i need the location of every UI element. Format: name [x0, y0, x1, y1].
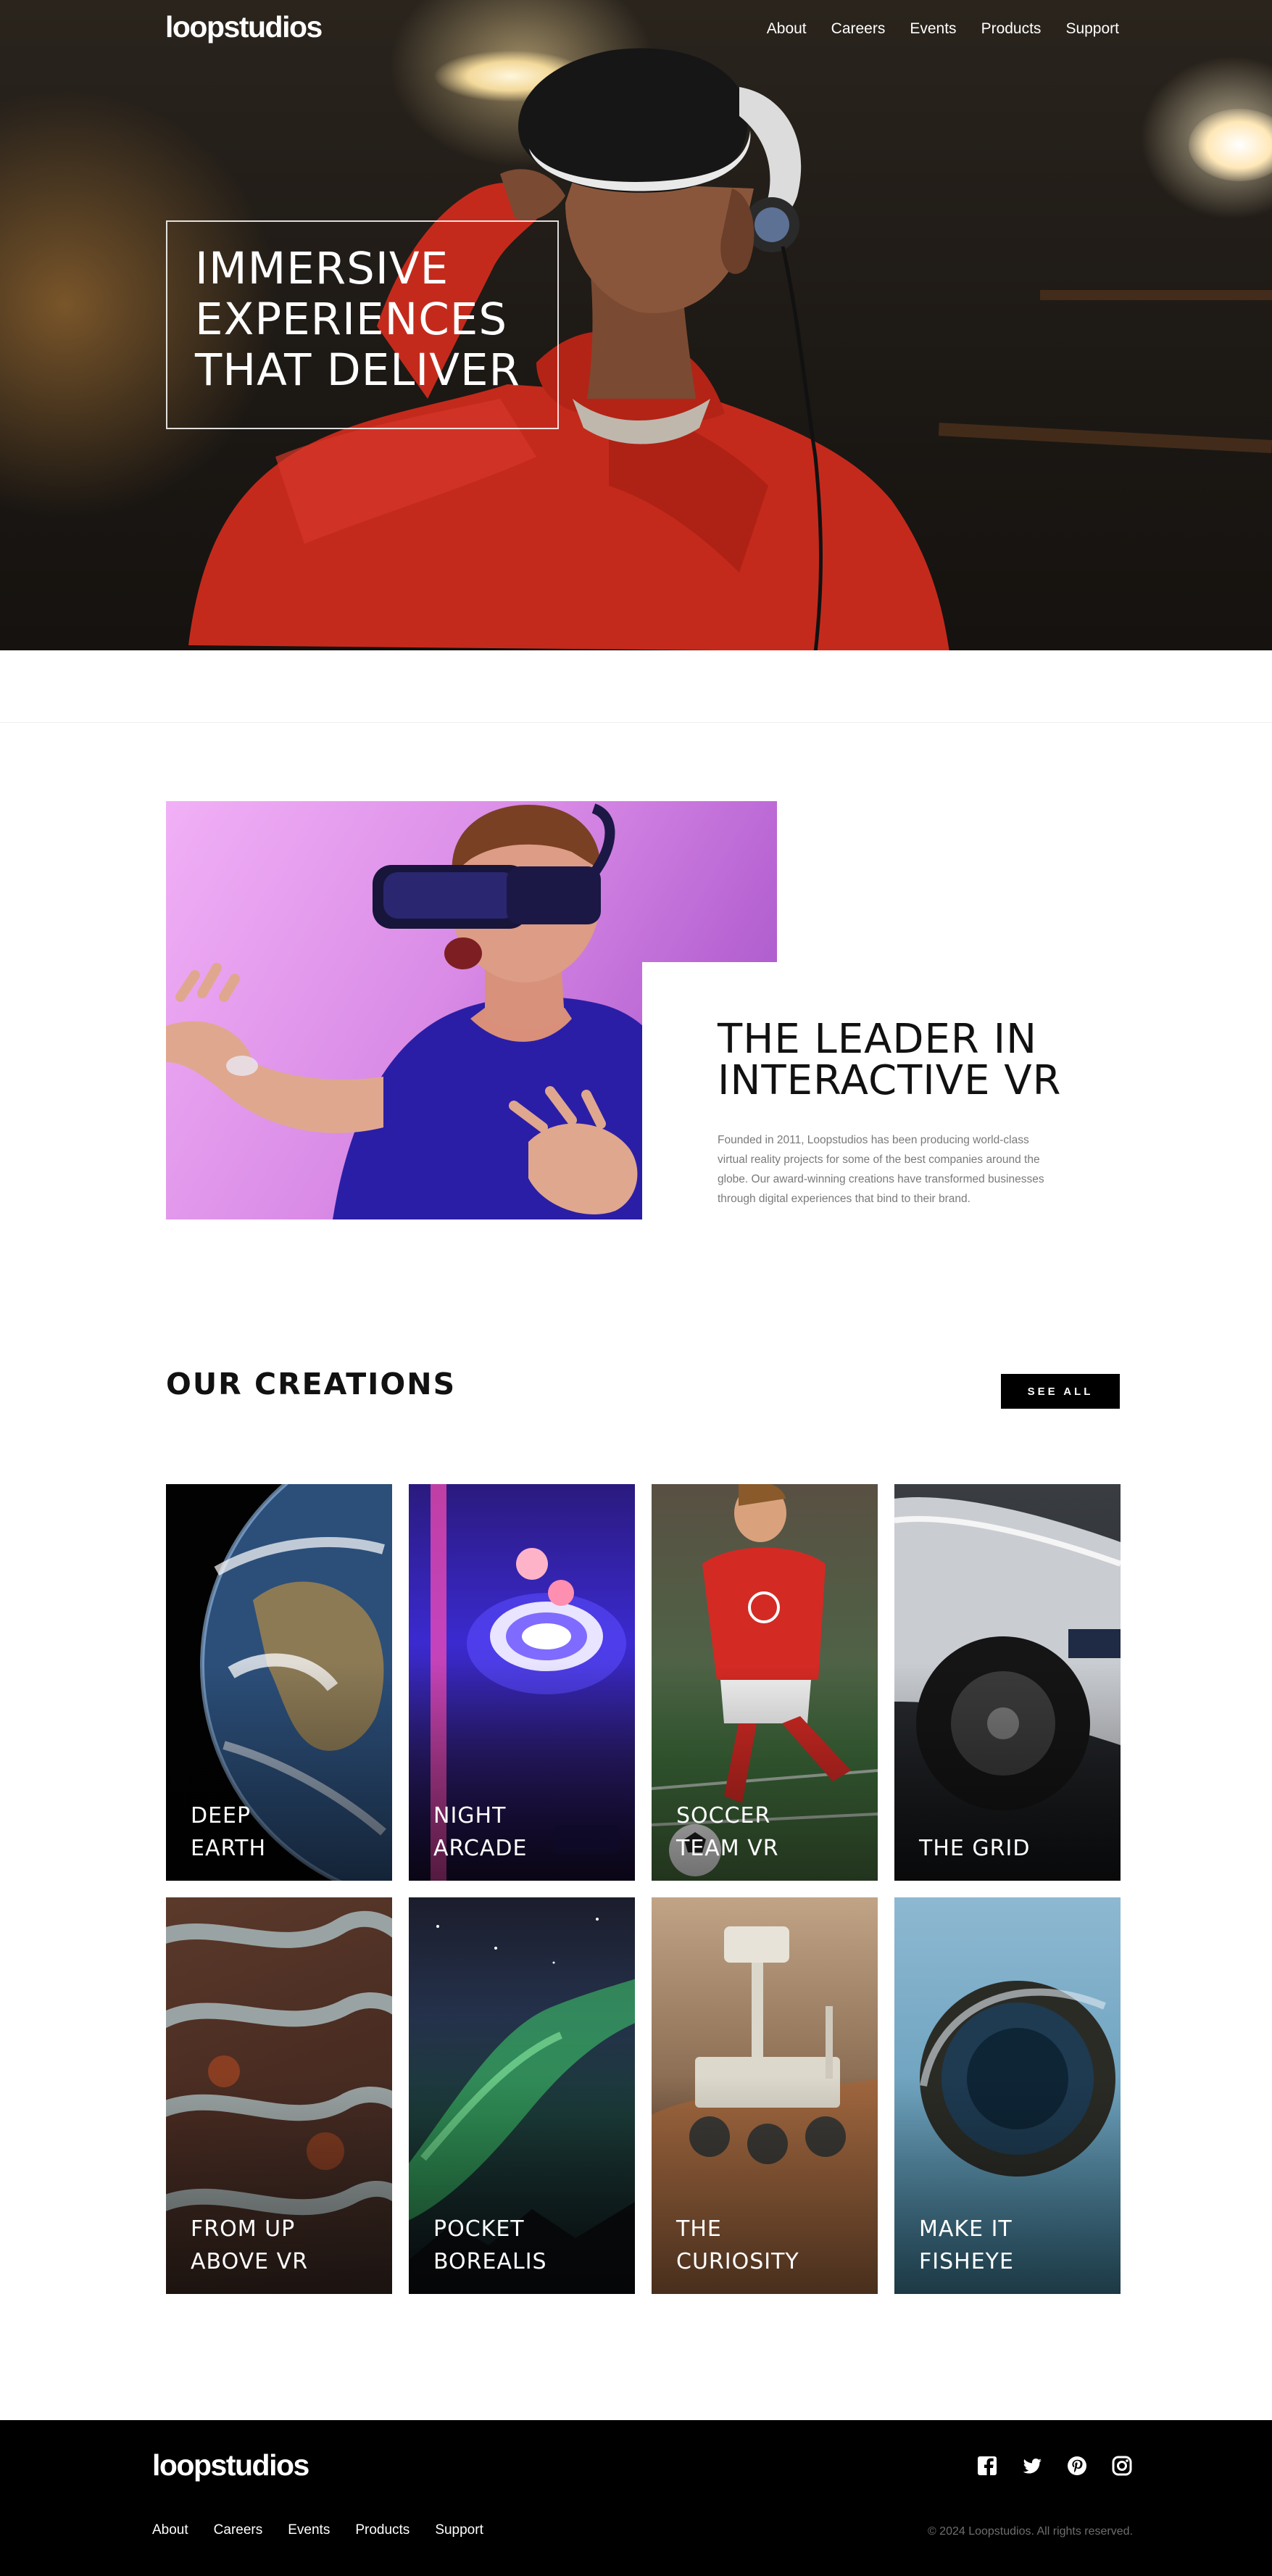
leader-card: THE LEADER IN INTERACTIVE VR Founded in …	[718, 1019, 1080, 1209]
footer: loopstudios About Careers Events Product…	[0, 2420, 1272, 2576]
creations-title: OUR CREATIONS	[166, 1367, 457, 1401]
twitter-icon[interactable]	[1021, 2455, 1043, 2477]
nav-support[interactable]: Support	[1065, 20, 1119, 38]
hero-section: loopstudios About Careers Events Product…	[0, 0, 1272, 650]
nav-events[interactable]: Events	[910, 20, 956, 38]
creation-label: DEEP EARTH	[191, 1803, 267, 1861]
logo[interactable]: loopstudios	[165, 10, 323, 44]
footer-nav: About Careers Events Products Support	[152, 2522, 483, 2538]
creation-card-soccer-team-vr[interactable]: SOCCER TEAM VR	[652, 1484, 878, 1881]
copyright-text: © 2024 Loopstudios. All rights reserved.	[927, 2525, 1133, 2538]
creation-label: MAKE IT FISHEYE	[919, 2216, 1014, 2274]
creation-label: FROM UP ABOVE VR	[191, 2216, 309, 2274]
creation-label: NIGHT ARCADE	[433, 1803, 528, 1861]
footer-nav-careers[interactable]: Careers	[214, 2522, 263, 2538]
nav-about[interactable]: About	[767, 20, 807, 38]
footer-logo[interactable]: loopstudios	[152, 2448, 309, 2482]
instagram-icon[interactable]	[1111, 2455, 1133, 2477]
footer-nav-products[interactable]: Products	[355, 2522, 410, 2538]
creation-card-from-up-above-vr[interactable]: FROM UP ABOVE VR	[166, 1897, 392, 2294]
social-links	[976, 2455, 1133, 2477]
creation-label: POCKET BOREALIS	[433, 2216, 547, 2274]
footer-nav-support[interactable]: Support	[435, 2522, 483, 2538]
leader-title: THE LEADER IN INTERACTIVE VR	[718, 1016, 1062, 1104]
hero-title: IMMERSIVE EXPERIENCES THAT DELIVER	[195, 243, 520, 396]
creation-card-deep-earth[interactable]: DEEP EARTH	[166, 1484, 392, 1881]
pinterest-icon[interactable]	[1066, 2455, 1088, 2477]
leader-description: Founded in 2011, Loopstudios has been pr…	[718, 1134, 1044, 1205]
footer-nav-events[interactable]: Events	[288, 2522, 330, 2538]
see-all-button[interactable]: SEE ALL	[1001, 1374, 1120, 1409]
creation-card-make-it-fisheye[interactable]: MAKE IT FISHEYE	[894, 1897, 1121, 2294]
creation-label: THE GRID	[919, 1836, 1031, 1861]
main-nav: About Careers Events Products Support	[767, 20, 1119, 38]
top-navigation: loopstudios About Careers Events Product…	[0, 0, 1272, 65]
facebook-icon[interactable]	[976, 2455, 998, 2477]
section-divider	[0, 722, 1272, 723]
hero-title-box: IMMERSIVE EXPERIENCES THAT DELIVER	[166, 220, 559, 429]
creation-card-the-curiosity[interactable]: THE CURIOSITY	[652, 1897, 878, 2294]
hero-lamp-light	[1189, 109, 1272, 181]
nav-careers[interactable]: Careers	[831, 20, 886, 38]
footer-nav-about[interactable]: About	[152, 2522, 188, 2538]
creation-label: THE CURIOSITY	[676, 2216, 799, 2274]
creation-card-pocket-borealis[interactable]: POCKET BOREALIS	[409, 1897, 635, 2294]
creation-card-the-grid[interactable]: THE GRID	[894, 1484, 1121, 1881]
creation-label: SOCCER TEAM VR	[676, 1803, 779, 1861]
creation-card-night-arcade[interactable]: NIGHT ARCADE	[409, 1484, 635, 1881]
nav-products[interactable]: Products	[981, 20, 1042, 38]
